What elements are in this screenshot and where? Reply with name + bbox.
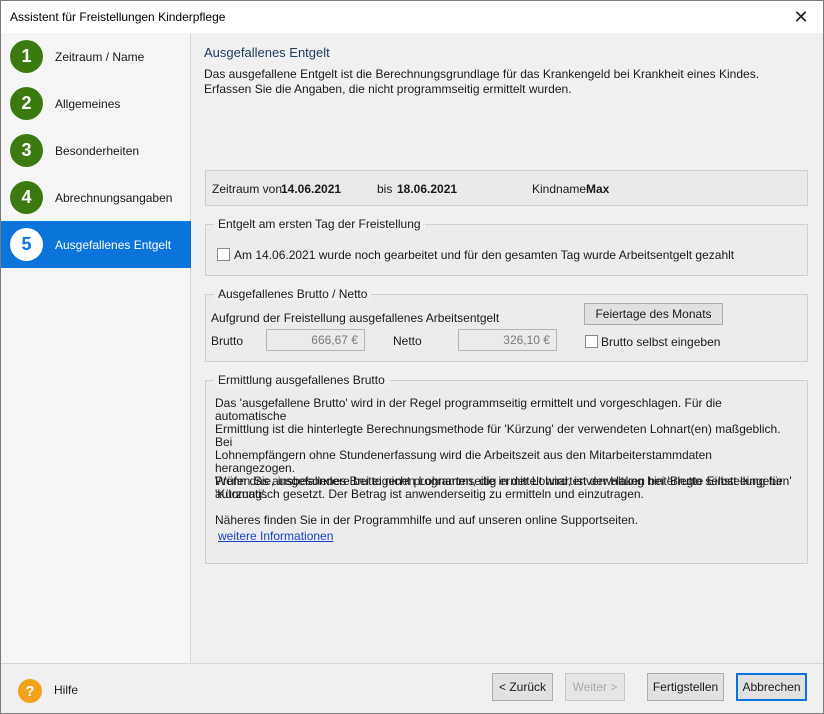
paragraph-line: Ermittlung ist die hinterlegte Berechnun… (215, 422, 781, 449)
group-legend: Ermittlung ausgefallenes Brutto (214, 373, 389, 387)
help-icon[interactable]: ? (18, 679, 42, 703)
main-content: Ausgefallenes Entgelt Das ausgefallene E… (192, 33, 823, 663)
determination-group: Ermittlung ausgefallenes Brutto Das 'aus… (205, 373, 808, 564)
cancel-button[interactable]: Abbrechen (736, 673, 807, 701)
holidays-of-month-button[interactable]: Feiertage des Monats (584, 303, 723, 325)
description-line: Erfassen Sie die Angaben, die nicht prog… (204, 82, 572, 96)
step-besonderheiten[interactable]: 3 Besonderheiten (1, 127, 191, 174)
step-number-badge: 4 (10, 181, 43, 214)
step-label: Ausgefallenes Entgelt (55, 237, 172, 252)
period-to-label: bis (377, 182, 393, 196)
step-number-badge: 5 (10, 228, 43, 261)
step-label: Allgemeines (55, 96, 121, 111)
window-title: Assistent für Freistellungen Kinderpfleg… (10, 10, 226, 24)
period-to-value: 18.06.2021 (397, 182, 458, 196)
group-legend: Entgelt am ersten Tag der Freistellung (214, 217, 425, 231)
gross-net-subtitle: Aufgrund der Freistellung ausgefallenes … (211, 311, 500, 325)
step-abrechnungsangaben[interactable]: 4 Abrechnungsangaben (1, 174, 191, 221)
brutto-label: Brutto (211, 334, 244, 348)
step-number-badge: 3 (10, 134, 43, 167)
determination-paragraph: Prüfen Sie, insbesondere bei eigenen Loh… (215, 475, 795, 501)
step-label: Besonderheiten (55, 143, 140, 158)
worked-first-day-checkbox[interactable] (217, 248, 230, 261)
brutto-field[interactable]: 666,67 € (266, 329, 365, 351)
step-allgemeines[interactable]: 2 Allgemeines (1, 80, 191, 127)
page-title: Ausgefallenes Entgelt (204, 45, 330, 60)
netto-field[interactable]: 326,10 € (458, 329, 557, 351)
next-button[interactable]: Weiter > (565, 673, 625, 701)
gross-net-group: Ausgefallenes Brutto / Netto Aufgrund de… (205, 287, 808, 362)
paragraph-line: Lohnempfängern ohne Stundenerfassung wir… (215, 448, 712, 475)
determination-paragraph: Näheres finden Sie in der Programmhilfe … (215, 513, 638, 527)
back-button[interactable]: < Zurück (492, 673, 553, 701)
close-icon[interactable]: ✕ (779, 1, 823, 33)
paragraph-line: Das 'ausgefallene Brutto' wird in der Re… (215, 396, 722, 423)
wizard-steps-sidebar: 1 Zeitraum / Name 2 Allgemeines 3 Besond… (1, 33, 191, 663)
paragraph-line: 'Kürzung'. (215, 487, 268, 501)
finish-button[interactable]: Fertigstellen (647, 673, 724, 701)
worked-first-day-label: Am 14.06.2021 wurde noch gearbeitet und … (234, 248, 735, 262)
step-number-badge: 1 (10, 40, 43, 73)
step-number-badge: 2 (10, 87, 43, 120)
step-label: Abrechnungsangaben (55, 190, 173, 205)
more-information-link[interactable]: weitere Informationen (218, 529, 333, 543)
first-day-group: Entgelt am ersten Tag der Freistellung A… (205, 217, 808, 276)
period-from-label: Zeitraum von (212, 182, 283, 196)
step-zeitraum-name[interactable]: 1 Zeitraum / Name (1, 33, 191, 80)
period-from-value: 14.06.2021 (281, 182, 342, 196)
step-label: Zeitraum / Name (55, 49, 145, 64)
child-name-value: Max (586, 182, 610, 196)
period-info-panel: Zeitraum von 14.06.2021 bis 18.06.2021 K… (205, 170, 808, 206)
wizard-footer: ? Hilfe < Zurück Weiter > Fertigstellen … (1, 663, 823, 713)
wizard-window: Assistent für Freistellungen Kinderpfleg… (0, 0, 824, 714)
title-bar: Assistent für Freistellungen Kinderpfleg… (1, 1, 823, 33)
netto-label: Netto (393, 334, 422, 348)
group-legend: Ausgefallenes Brutto / Netto (214, 287, 372, 301)
brutto-self-entry-checkbox[interactable] (585, 335, 598, 348)
step-ausgefallenes-entgelt[interactable]: 5 Ausgefallenes Entgelt (1, 221, 191, 268)
page-description: Das ausgefallene Entgelt ist die Berechn… (204, 67, 804, 97)
help-label[interactable]: Hilfe (54, 683, 78, 697)
paragraph-line: Prüfen Sie, insbesondere bei eigenen Loh… (215, 474, 783, 488)
brutto-self-entry-label: Brutto selbst eingeben (601, 335, 721, 349)
description-line: Das ausgefallene Entgelt ist die Berechn… (204, 67, 760, 81)
child-name-label: Kindname (532, 182, 587, 196)
